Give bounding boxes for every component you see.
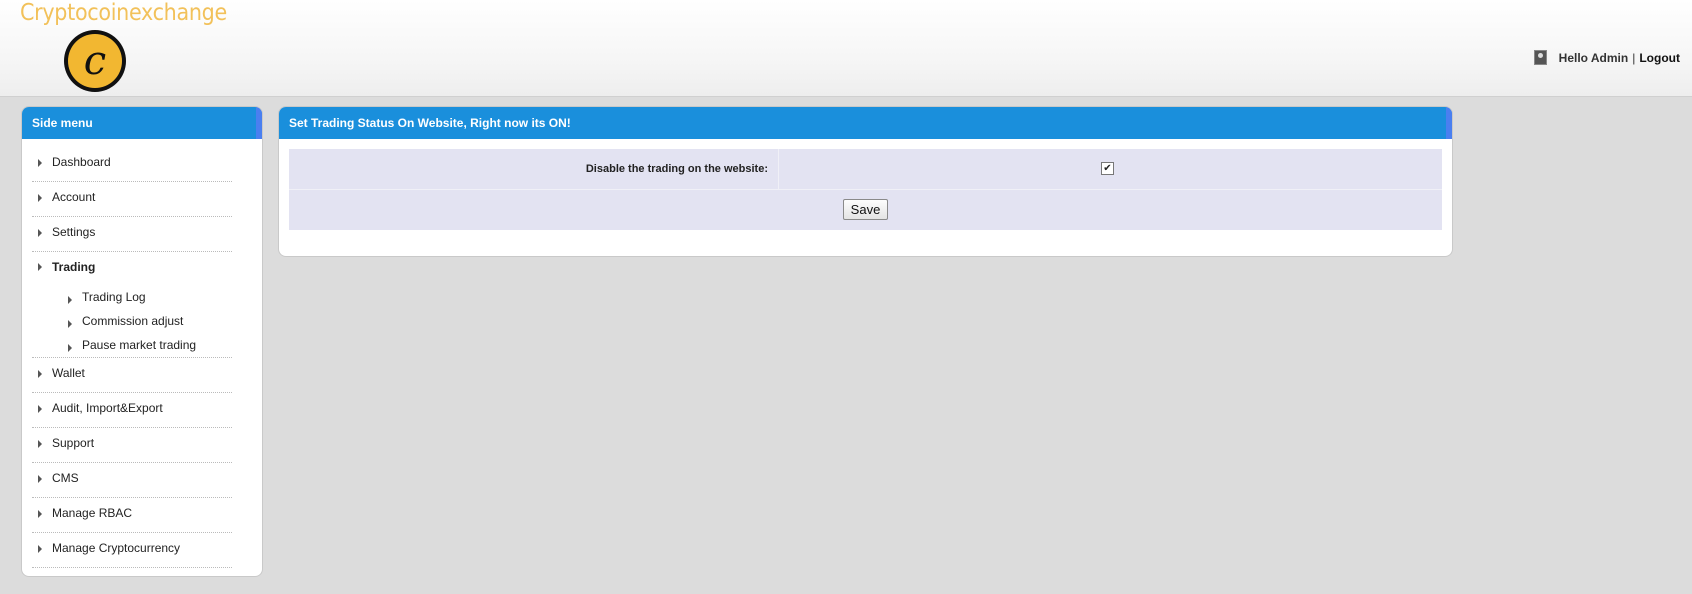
sidebar-item-dashboard[interactable]: Dashboard [32, 147, 232, 182]
sidebar-item-label[interactable]: Manage Cryptocurrency [52, 533, 232, 567]
sidebar-item-label[interactable]: Settings [52, 217, 232, 251]
sidebar-item-trading[interactable]: Trading Trading Log Commission adjust Pa… [32, 252, 232, 358]
sidebar-subitem-pause-market-trading[interactable]: Pause market trading [62, 333, 202, 357]
sidebar-item-account[interactable]: Account [32, 182, 232, 217]
sidebar-item-label[interactable]: Wallet [52, 358, 232, 392]
disable-trading-label: Disable the trading on the website: [289, 149, 779, 189]
arrow-right-icon [38, 159, 42, 167]
arrow-right-icon [38, 229, 42, 237]
sidebar-subitem-label[interactable]: Pause market trading [82, 338, 196, 352]
logo-inner: c [68, 34, 122, 88]
form-value-cell: ✔ [779, 149, 1442, 189]
greeting-text: Hello Admin [1558, 50, 1629, 65]
panel-title: Set Trading Status On Website, Right now… [279, 107, 1452, 139]
logout-link[interactable]: Logout [1639, 51, 1680, 65]
disable-trading-checkbox[interactable]: ✔ [1101, 162, 1114, 175]
header-separator: | [1632, 50, 1636, 65]
sidebar-item-manage-rbac[interactable]: Manage RBAC [32, 498, 232, 533]
arrow-right-icon [38, 194, 42, 202]
sidebar-item-label[interactable]: Dashboard [52, 147, 232, 181]
sidebar-item-label[interactable]: Account [52, 182, 232, 216]
sidebar-subitem-trading-log[interactable]: Trading Log [62, 285, 202, 309]
user-avatar-icon [1533, 50, 1547, 65]
form-row-disable-trading: Disable the trading on the website: ✔ [289, 149, 1442, 190]
arrow-right-icon [68, 344, 72, 352]
arrow-right-icon [38, 370, 42, 378]
sidebar-item-label[interactable]: CMS [52, 463, 232, 497]
form-actions: Save [289, 190, 1442, 230]
side-menu-list: Dashboard Account Settings Trading Tradi… [22, 139, 262, 568]
sidebar-item-wallet[interactable]: Wallet [32, 358, 232, 393]
sidebar-subitem-label[interactable]: Commission adjust [82, 314, 183, 328]
sidebar-subitem-label[interactable]: Trading Log [82, 290, 146, 304]
logo-icon[interactable]: c [64, 30, 126, 92]
sidebar-item-settings[interactable]: Settings [32, 217, 232, 252]
sidebar-item-label[interactable]: Trading [52, 252, 232, 277]
trading-status-panel: Set Trading Status On Website, Right now… [278, 106, 1453, 257]
arrow-right-icon [38, 475, 42, 483]
sidebar-item-manage-cryptocurrency[interactable]: Manage Cryptocurrency [32, 533, 232, 568]
trading-status-form: Disable the trading on the website: ✔ Sa… [289, 149, 1442, 230]
sidebar-item-cms[interactable]: CMS [32, 463, 232, 498]
side-menu-title: Side menu [22, 107, 262, 139]
arrow-right-icon [38, 440, 42, 448]
header: Cryptocoinexchange c Hello Admin | Logou… [0, 0, 1692, 97]
arrow-right-icon [38, 263, 42, 271]
sidebar-item-label[interactable]: Support [52, 428, 232, 462]
sidebar-item-label[interactable]: Manage RBAC [52, 498, 232, 532]
arrow-right-icon [38, 510, 42, 518]
sidebar-item-audit-import-export[interactable]: Audit, Import&Export [32, 393, 232, 428]
side-menu: Side menu Dashboard Account Settings Tra… [21, 106, 263, 577]
arrow-right-icon [68, 296, 72, 304]
sidebar-subitem-commission-adjust[interactable]: Commission adjust [62, 309, 202, 333]
user-box: Hello Admin | Logout [1533, 50, 1680, 65]
arrow-right-icon [68, 320, 72, 328]
save-button[interactable]: Save [842, 199, 889, 220]
arrow-right-icon [38, 545, 42, 553]
sidebar-item-support[interactable]: Support [32, 428, 232, 463]
arrow-right-icon [38, 405, 42, 413]
logo-letter: c [83, 38, 107, 84]
trading-submenu: Trading Log Commission adjust Pause mark… [52, 277, 232, 357]
brand-name[interactable]: Cryptocoinexchange [20, 0, 227, 26]
sidebar-item-label[interactable]: Audit, Import&Export [52, 393, 232, 427]
